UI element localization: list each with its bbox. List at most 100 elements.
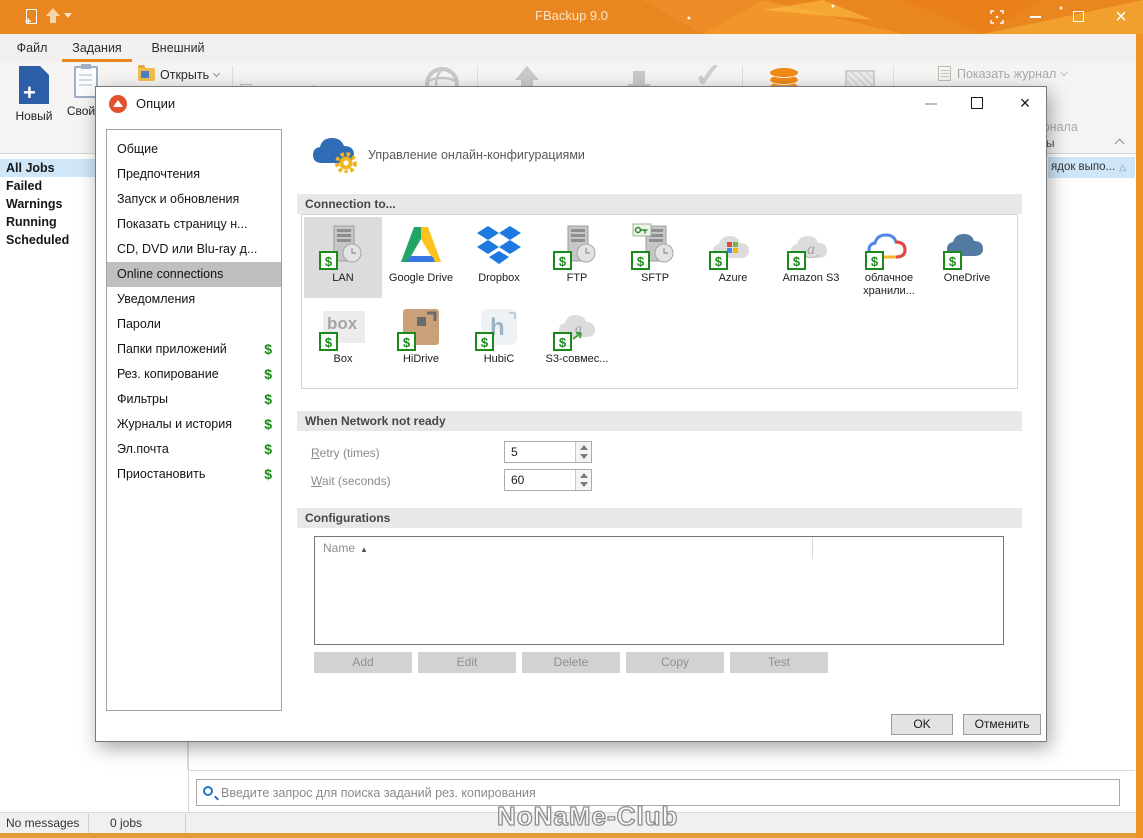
paid-badge-icon — [319, 332, 338, 351]
dialog-heading: Управление онлайн-конфигурациями — [368, 148, 585, 162]
service-s3-compatible[interactable]: a S3-совмес... — [538, 298, 616, 366]
maximize-button[interactable] — [1062, 0, 1096, 34]
service-amazon-s3[interactable]: a Amazon S3 — [772, 217, 850, 298]
tab-jobs[interactable]: Задания — [62, 34, 132, 62]
service-lan[interactable]: LAN — [304, 217, 382, 298]
focus-icon[interactable] — [990, 10, 1004, 24]
nav-preferences[interactable]: Предпочтения — [107, 162, 281, 187]
service-label: HubiC — [483, 353, 515, 365]
sort-ascending-icon — [355, 541, 368, 555]
nav-online-connections[interactable]: Online connections — [107, 262, 281, 287]
nav-general[interactable]: Общие — [107, 137, 281, 162]
window-border-bottom — [0, 833, 1143, 838]
paid-badge-icon — [943, 251, 962, 270]
service-azure[interactable]: Azure — [694, 217, 772, 298]
paid-badge-icon — [787, 251, 806, 270]
google-drive-icon — [397, 222, 445, 270]
new-job-button[interactable]: Новый — [8, 66, 60, 123]
service-label: Box — [333, 353, 353, 365]
nav-backup[interactable]: Рез. копирование — [107, 362, 281, 387]
options-nav-list: Общие Предпочтения Запуск и обновления П… — [106, 129, 282, 711]
service-label: Azure — [718, 272, 748, 284]
spinner-buttons[interactable] — [575, 442, 591, 462]
sort-outline-icon — [1115, 161, 1126, 173]
amazon-s3-cloud-icon: a — [787, 222, 835, 270]
open-dropdown-icon — [213, 69, 221, 78]
service-label: LAN — [332, 272, 354, 284]
service-label: Google Drive — [388, 272, 454, 284]
test-button[interactable]: Test — [730, 652, 828, 673]
panel-divider — [188, 742, 189, 812]
journal-dropdown-icon — [1060, 67, 1069, 77]
svg-text:a: a — [807, 241, 815, 258]
svg-text:box: box — [327, 314, 358, 333]
table-header-name[interactable]: Name — [315, 537, 1003, 559]
azure-cloud-icon — [709, 222, 757, 270]
window-border-right — [1136, 34, 1143, 838]
spin-down-icon — [580, 482, 588, 487]
search-icon — [203, 786, 213, 796]
edit-button[interactable]: Edit — [418, 652, 516, 673]
open-button[interactable]: Открыть — [138, 65, 221, 82]
dialog-maximize-button[interactable] — [964, 91, 990, 115]
tab-view[interactable]: Внешний вид — [140, 34, 216, 83]
configurations-table[interactable]: Name — [314, 536, 1004, 645]
spin-up-icon — [580, 445, 588, 450]
service-hidrive[interactable]: HiDrive — [382, 298, 460, 366]
ftp-server-icon — [553, 222, 601, 270]
service-label: HiDrive — [402, 353, 440, 365]
column-divider — [812, 537, 813, 559]
hidrive-icon — [397, 303, 445, 351]
cancel-button[interactable]: Отменить — [963, 714, 1041, 735]
spin-up-icon — [580, 473, 588, 478]
section-network-not-ready: When Network not ready — [297, 411, 1022, 431]
nav-passwords[interactable]: Пароли — [107, 312, 281, 337]
nav-logs-history[interactable]: Журналы и история — [107, 412, 281, 437]
paid-badge-icon — [865, 251, 884, 270]
hubic-icon: h — [475, 303, 523, 351]
service-label: Dropbox — [478, 272, 520, 284]
dialog-minimize-button[interactable] — [918, 91, 944, 115]
dialog-titlebar: Опции × — [96, 87, 1046, 121]
service-box[interactable]: box Box — [304, 298, 382, 366]
ok-button[interactable]: OK — [891, 714, 953, 735]
retry-label: Retry (times) — [311, 446, 380, 460]
show-journal-label: Показать журнал — [957, 67, 1057, 81]
collapse-ribbon-icon[interactable] — [1114, 138, 1125, 149]
panel-divider — [188, 770, 1135, 771]
close-button[interactable]: × — [1104, 0, 1138, 34]
jobs-column-header[interactable]: ядок выпо... — [1048, 157, 1135, 178]
status-messages: No messages — [6, 816, 80, 830]
copy-button[interactable]: Copy — [626, 652, 724, 673]
nav-app-folders[interactable]: Папки приложений — [107, 337, 281, 362]
minimize-button[interactable] — [1018, 0, 1052, 34]
nav-filters[interactable]: Фильтры — [107, 387, 281, 412]
add-button[interactable]: Add — [314, 652, 412, 673]
service-ftp[interactable]: FTP — [538, 217, 616, 298]
wait-label: Wait (seconds) — [311, 474, 391, 488]
delete-button[interactable]: Delete — [522, 652, 620, 673]
nav-notifications[interactable]: Уведомления — [107, 287, 281, 312]
paid-badge-icon — [553, 332, 572, 351]
service-hubic[interactable]: h HubiC — [460, 298, 538, 366]
service-onedrive[interactable]: OneDrive — [928, 217, 1006, 298]
nav-show-page[interactable]: Показать страницу н... — [107, 212, 281, 237]
spinner-buttons[interactable] — [575, 470, 591, 490]
show-journal-button[interactable]: Показать журнал — [938, 66, 1069, 81]
service-label: S3-совмес... — [545, 353, 609, 365]
nav-cd-dvd[interactable]: CD, DVD или Blu-ray д... — [107, 237, 281, 262]
statusbar-divider — [88, 814, 89, 833]
wait-spinner[interactable]: 60 — [504, 469, 592, 491]
service-google-drive[interactable]: Google Drive — [382, 217, 460, 298]
service-dropbox[interactable]: Dropbox — [460, 217, 538, 298]
service-sftp[interactable]: SFTP — [616, 217, 694, 298]
service-cloud-storage[interactable]: облачное хранили... — [850, 217, 928, 298]
titlebar: FBackup 9.0 × — [0, 0, 1143, 34]
dialog-close-button[interactable]: × — [1012, 91, 1038, 115]
nav-email[interactable]: Эл.почта — [107, 437, 281, 462]
nav-startup-updates[interactable]: Запуск и обновления — [107, 187, 281, 212]
tab-file[interactable]: Файл — [10, 34, 54, 62]
nav-pause[interactable]: Приостановить — [107, 462, 281, 487]
retry-spinner[interactable]: 5 — [504, 441, 592, 463]
options-dialog: Опции × Общие Предпочтения Запуск и обно… — [95, 86, 1047, 742]
